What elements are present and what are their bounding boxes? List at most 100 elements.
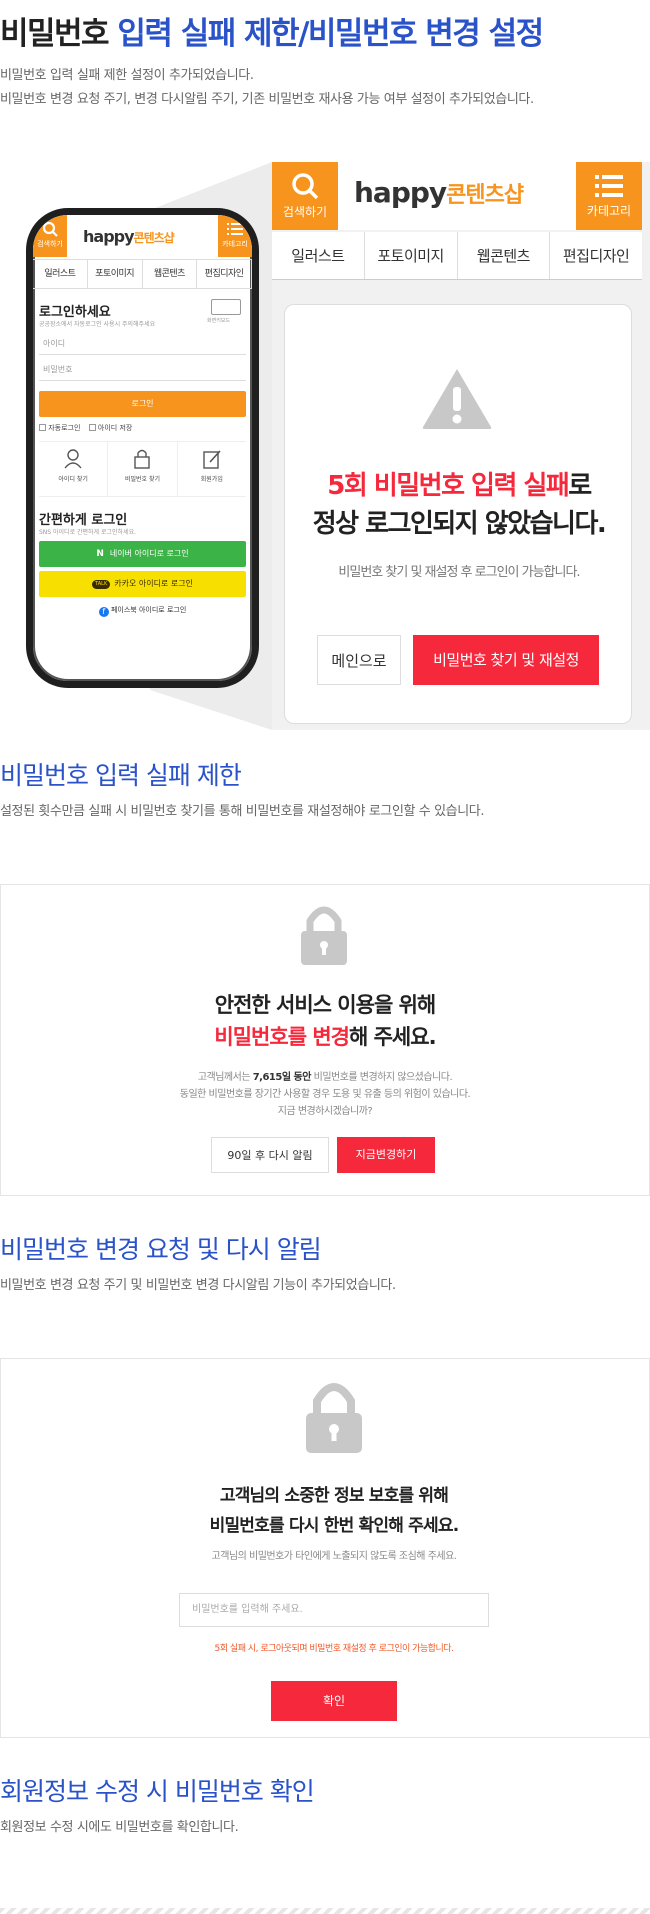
phone-pw-input[interactable]: 비밀번호 (39, 359, 246, 381)
notice-info-prefix: 고객님께서는 (197, 1072, 253, 1083)
auto-login-checkbox[interactable] (39, 424, 46, 431)
edit-icon (203, 450, 221, 469)
search-icon (292, 173, 319, 200)
fail-message-sub: 비밀번호 찾기 및 재설정 후 로그인이 가능합니다. (338, 565, 580, 580)
save-id-checkbox[interactable] (88, 424, 96, 431)
notice-info: 고객님께서는 7,615일 동안 비밀번호를 변경하지 않으셨습니다. 동일한 … (1, 1069, 649, 1120)
zoom-logo-ko: 콘텐츠샵 (446, 183, 524, 208)
keyboard-icon[interactable] (211, 299, 241, 315)
phone-tab-editorial[interactable]: 편집디자인 (197, 260, 252, 288)
section-desc-change-request: 비밀번호 변경 요청 주기 및 비밀번호 변경 다시알림 기능이 추가되었습니다… (0, 1278, 396, 1293)
section-desc-member-edit: 회원정보 수정 시에도 비밀번호를 확인합니다. (0, 1820, 239, 1835)
warning-icon (422, 369, 492, 429)
zoom-logo[interactable]: happy콘텐츠샵 (354, 176, 524, 209)
page-description-line-2: 비밀번호 변경 요청 주기, 변경 다시알림 주기, 기존 비밀번호 재사용 가… (0, 92, 534, 107)
search-icon (42, 221, 58, 237)
phone-header: 검색하기 happy콘텐츠샵 카테고리 (33, 215, 252, 257)
phone-logo[interactable]: happy콘텐츠샵 (83, 227, 175, 246)
reset-password-button[interactable]: 비밀번호 찾기 및 재설정 (413, 635, 599, 685)
fail-message-line-1: 5회 비밀번호 입력 실패로 (285, 465, 633, 502)
zoom-header: 검색하기 happy콘텐츠샵 카테고리 (272, 162, 642, 230)
zoomed-error-panel: 검색하기 happy콘텐츠샵 카테고리 일러스트 포토이미지 웹콘텐츠 편집디자… (272, 162, 642, 724)
phone-easy-login-sub: SNS 아이디로 간편하게 로그인하세요. (39, 529, 137, 536)
zoom-category-button[interactable]: 카테고리 (576, 162, 642, 230)
phone-logo-en: happy (83, 227, 135, 246)
zoom-search-label: 검색하기 (282, 205, 328, 219)
menu-icon (595, 175, 623, 197)
login-fail-card: 5회 비밀번호 입력 실패로 정상 로그인되지 않았습니다. 비밀번호 찾기 및… (284, 304, 632, 724)
confirm-sub: 고객님의 비밀번호가 타인에게 노출되지 않도록 조심해 주세요. (211, 1551, 457, 1562)
menu-icon (227, 223, 243, 235)
notice-info-line-3: 지금 변경하시겠습니까? (277, 1106, 373, 1117)
section-desc-fail-limit: 설정된 횟수만큼 실패 시 비밀번호 찾기를 통해 비밀번호를 재설정해야 로그… (0, 804, 485, 819)
fail-message-line-2: 정상 로그인되지 않았습니다. (312, 509, 607, 539)
notice-highlight: 비밀번호를 변경 (214, 1025, 350, 1049)
phone-search-label: 검색하기 (37, 240, 63, 248)
phone-mockup: 검색하기 happy콘텐츠샵 카테고리 일러스트 포토이미지 웹콘텐츠 편집디자… (26, 208, 259, 688)
facebook-login-button[interactable]: f 페이스북 아이디로 로그인 (39, 605, 246, 617)
confirm-button[interactable]: 확인 (271, 1681, 397, 1721)
facebook-icon: f (98, 607, 109, 617)
confirm-password-input[interactable]: 비밀번호를 입력해 주세요. (179, 1593, 489, 1627)
phone-login-sub: 공공장소에서 자동로그인 사용시 주의해주세요 (39, 321, 156, 328)
notice-info-suffix: 비밀번호를 변경하지 않으셨습니다. (310, 1072, 453, 1083)
naver-login-label: 네이버 아이디로 로그인 (109, 549, 189, 558)
page-title-highlight: 입력 실패 제한/비밀번호 변경 설정 (117, 16, 544, 52)
go-main-button[interactable]: 메인으로 (317, 635, 401, 685)
confirm-line-1: 고객님의 소중한 정보 보호를 위해 (219, 1486, 449, 1506)
remind-later-button[interactable]: 90일 후 다시 알림 (211, 1137, 329, 1173)
notice-line-1: 안전한 서비스 이용을 위해 (214, 993, 436, 1017)
notice-info-line-1: 고객님께서는 7,615일 동안 비밀번호를 변경하지 않으셨습니다. (1, 1069, 649, 1086)
section-title-fail-limit: 비밀번호 입력 실패 제한 (0, 761, 242, 790)
zoom-category-label: 카테고리 (586, 204, 632, 218)
zoom-tab-editorial[interactable]: 편집디자인 (550, 232, 642, 279)
change-now-button[interactable]: 지금변경하기 (337, 1137, 435, 1173)
lock-icon (306, 1383, 362, 1453)
zoom-search-button[interactable]: 검색하기 (272, 162, 338, 230)
phone-tab-illust[interactable]: 일러스트 (33, 260, 88, 288)
confirm-line-2: 비밀번호를 다시 한번 확인해 주세요. (209, 1516, 460, 1536)
phone-id-input[interactable]: 아이디 (39, 333, 246, 355)
phone-find-pw-label: 비밀번호 찾기 (124, 476, 160, 483)
phone-search-button[interactable]: 검색하기 (33, 215, 67, 257)
phone-login-title: 로그인하세요 (39, 305, 111, 320)
save-id-label: 아이디 저장 (97, 424, 133, 432)
fail-count-highlight: 5회 비밀번호 입력 실패 (327, 471, 570, 501)
phone-logo-ko: 콘텐츠샵 (133, 231, 175, 245)
phone-find-id[interactable]: 아이디 찾기 (39, 442, 109, 496)
phone-login-button[interactable]: 로그인 (39, 391, 246, 417)
phone-tab-web[interactable]: 웹콘텐츠 (143, 260, 198, 288)
naver-login-button[interactable]: N 네이버 아이디로 로그인 (39, 541, 246, 567)
lock-icon (134, 449, 151, 469)
phone-easy-login-title: 간편하게 로그인 (39, 513, 128, 528)
section-title-member-edit: 회원정보 수정 시 비밀번호 확인 (0, 1777, 315, 1806)
phone-join[interactable]: 회원가입 (178, 442, 246, 496)
kakao-icon: TALK (92, 580, 111, 589)
phone-find-pw[interactable]: 비밀번호 찾기 (108, 442, 178, 496)
phone-login-options: 자동로그인 아이디 저장 (39, 423, 132, 433)
phone-tab-photo[interactable]: 포토이미지 (88, 260, 143, 288)
page-description-line-1: 비밀번호 입력 실패 제한 설정이 추가되었습니다. (0, 68, 254, 83)
phone-category-label: 카테고리 (222, 240, 248, 248)
lock-icon (301, 906, 347, 965)
auto-login-label: 자동로그인 (48, 424, 81, 432)
phone-category-button[interactable]: 카테고리 (218, 215, 252, 257)
zoom-tab-illust[interactable]: 일러스트 (272, 232, 365, 279)
phone-account-links: 아이디 찾기 비밀번호 찾기 회원가입 (39, 441, 246, 497)
bottom-divider (0, 1908, 650, 1914)
notice-days: 7,615일 동안 (252, 1072, 312, 1083)
phone-tabs: 일러스트 포토이미지 웹콘텐츠 편집디자인 (33, 259, 252, 289)
zoom-tab-photo[interactable]: 포토이미지 (365, 232, 458, 279)
facebook-login-label: 페이스북 아이디로 로그인 (110, 606, 187, 614)
confirm-warning: 5회 실패 시, 로그아웃되며 비밀번호 재설정 후 로그인이 가능합니다. (214, 1644, 454, 1654)
kakao-login-label: 카카오 아이디로 로그인 (114, 579, 193, 588)
zoom-logo-en: happy (354, 176, 447, 209)
page-title-prefix: 비밀번호 (0, 16, 118, 52)
phone-find-id-label: 아이디 찾기 (58, 476, 88, 483)
kakao-login-button[interactable]: TALK 카카오 아이디로 로그인 (39, 571, 246, 597)
notice-info-line-2: 동일한 비밀번호를 장기간 사용할 경우 도용 및 유출 등의 위험이 있습니다… (179, 1089, 471, 1100)
zoom-tab-web[interactable]: 웹콘텐츠 (458, 232, 551, 279)
section-title-change-request: 비밀번호 변경 요청 및 다시 알림 (0, 1235, 322, 1264)
notice-line-2: 비밀번호를 변경해 주세요. (1, 1021, 649, 1051)
confirm-password-panel: 고객님의 소중한 정보 보호를 위해 비밀번호를 다시 한번 확인해 주세요. … (0, 1358, 650, 1738)
